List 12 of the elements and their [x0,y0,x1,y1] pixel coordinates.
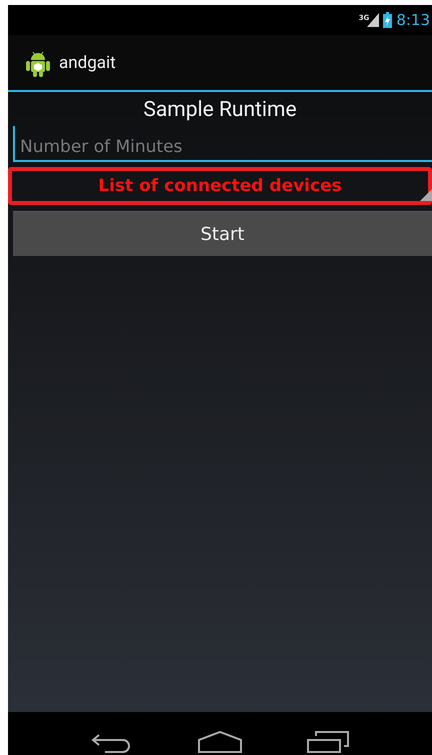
device-spinner[interactable]: List of connected devices [8,167,432,205]
signal-icon [367,13,380,27]
app-title: andgait [59,52,116,72]
back-icon[interactable] [90,733,133,753]
battery-icon [383,12,392,28]
start-button[interactable]: Start [13,211,432,256]
minutes-field[interactable]: Number of Minutes [13,126,432,162]
section-heading: Sample Runtime [142,98,298,122]
home-icon[interactable] [198,731,242,753]
clock-time: 8:13 [396,11,430,29]
dropdown-corner-icon [420,189,432,201]
recent-apps-icon[interactable] [307,731,350,753]
